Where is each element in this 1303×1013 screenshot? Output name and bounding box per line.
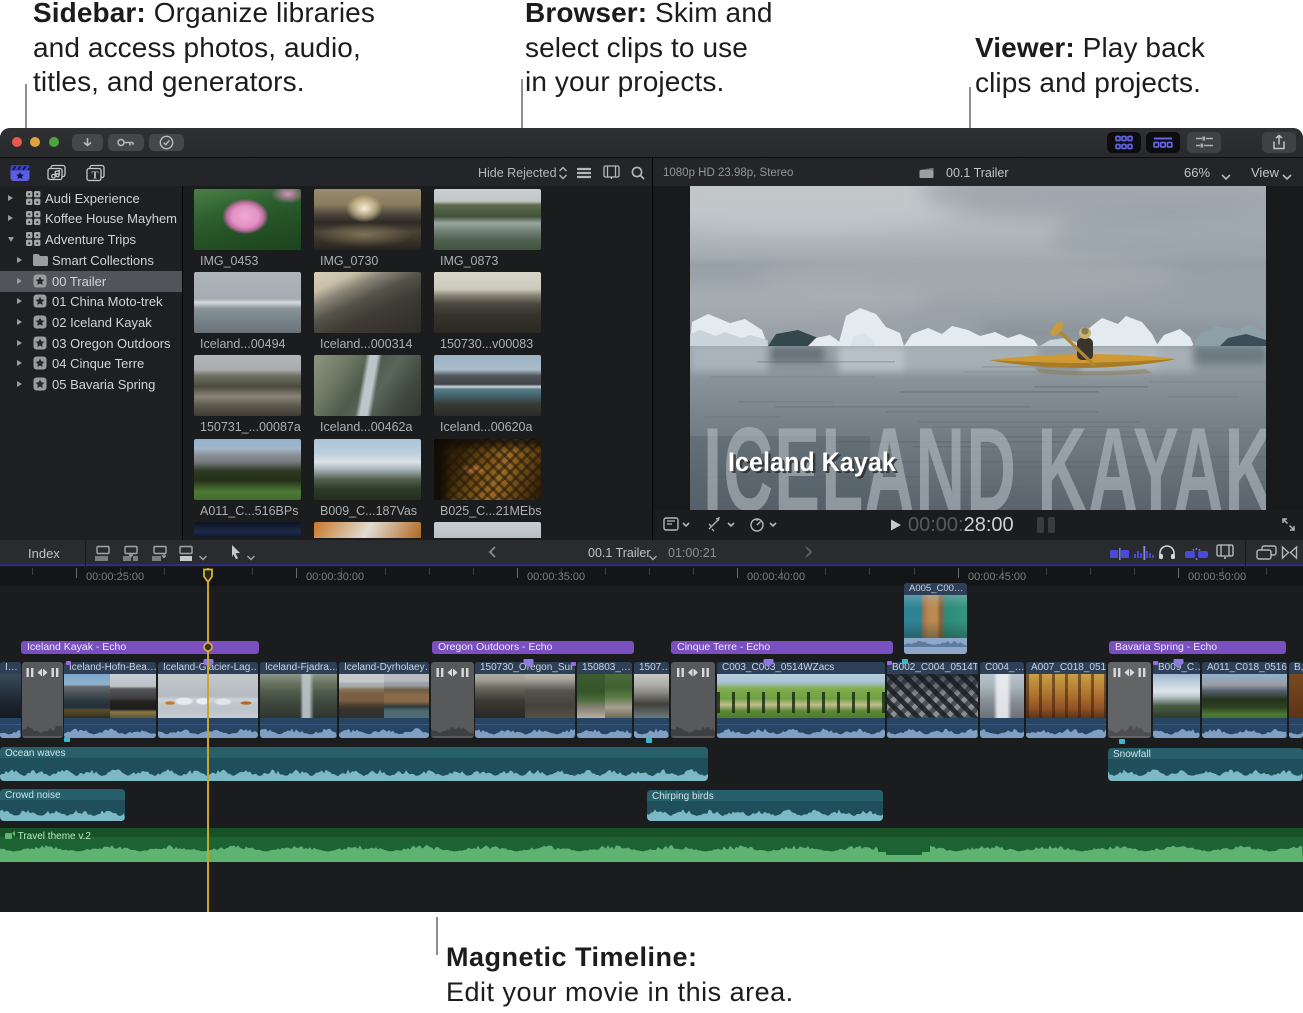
svg-text:T: T <box>91 171 98 182</box>
svg-text:Iceland Kayak: Iceland Kayak <box>728 448 896 477</box>
